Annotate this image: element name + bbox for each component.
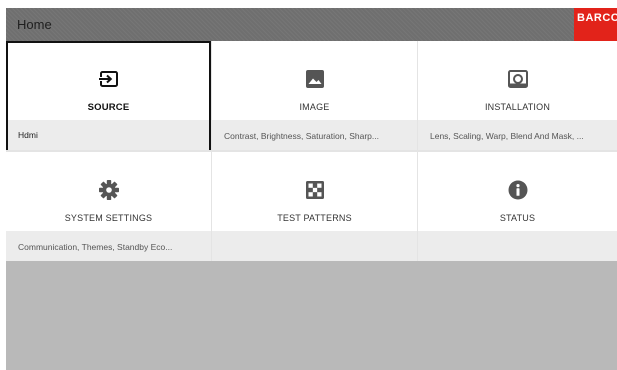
gear-icon <box>98 180 119 200</box>
tile-installation-main[interactable]: INSTALLATION <box>418 41 617 120</box>
checkerboard-icon <box>305 181 324 199</box>
tile-test-patterns-label: TEST PATTERNS <box>277 213 352 223</box>
tile-system-settings-main[interactable]: SYSTEM SETTINGS <box>6 152 211 231</box>
tile-source-label: SOURCE <box>87 102 130 113</box>
menu-grid: SOURCE Hdmi IMAGE Contrast, Brightness, … <box>6 41 617 261</box>
tile-status[interactable]: STATUS <box>418 152 617 261</box>
header-bar: Home BARCO <box>6 8 617 41</box>
tile-image-label: IMAGE <box>299 102 330 112</box>
page-title: Home <box>17 17 52 32</box>
tile-test-patterns-main[interactable]: TEST PATTERNS <box>212 152 417 231</box>
projector-home-screen: Home BARCO SOURCE Hdmi IMAGE Contrast, B… <box>6 8 617 370</box>
tile-source-summary: Hdmi <box>8 120 209 150</box>
logo-text: BARCO <box>577 12 617 24</box>
tile-source-main[interactable]: SOURCE <box>8 43 209 122</box>
tile-status-summary <box>418 231 617 261</box>
tile-image-main[interactable]: IMAGE <box>212 41 417 120</box>
tile-status-main[interactable]: STATUS <box>418 152 617 231</box>
tile-image[interactable]: IMAGE Contrast, Brightness, Saturation, … <box>212 41 417 150</box>
tile-source[interactable]: SOURCE Hdmi <box>6 41 211 150</box>
tile-image-summary-text: Contrast, Brightness, Saturation, Sharp.… <box>224 131 379 141</box>
tile-test-patterns[interactable]: TEST PATTERNS <box>212 152 417 261</box>
projector-lens-icon <box>507 70 528 88</box>
tile-test-patterns-summary <box>212 231 417 261</box>
tile-installation-summary-text: Lens, Scaling, Warp, Blend And Mask, ... <box>430 131 584 141</box>
info-icon <box>508 180 527 200</box>
tile-system-settings-summary: Communication, Themes, Standby Eco... <box>6 231 211 261</box>
tile-system-settings-summary-text: Communication, Themes, Standby Eco... <box>18 242 173 252</box>
tile-system-settings-label: SYSTEM SETTINGS <box>64 213 153 223</box>
tile-source-summary-text: Hdmi <box>18 130 38 140</box>
tile-installation-summary: Lens, Scaling, Warp, Blend And Mask, ... <box>418 120 617 150</box>
tile-status-label: STATUS <box>499 213 536 223</box>
tile-image-summary: Contrast, Brightness, Saturation, Sharp.… <box>212 120 417 150</box>
barco-logo: BARCO <box>574 8 617 41</box>
tile-installation[interactable]: INSTALLATION Lens, Scaling, Warp, Blend … <box>418 41 617 150</box>
image-icon <box>305 70 324 88</box>
source-input-icon <box>97 71 118 87</box>
tile-installation-label: INSTALLATION <box>484 102 551 112</box>
tile-system-settings[interactable]: SYSTEM SETTINGS Communication, Themes, S… <box>6 152 211 261</box>
